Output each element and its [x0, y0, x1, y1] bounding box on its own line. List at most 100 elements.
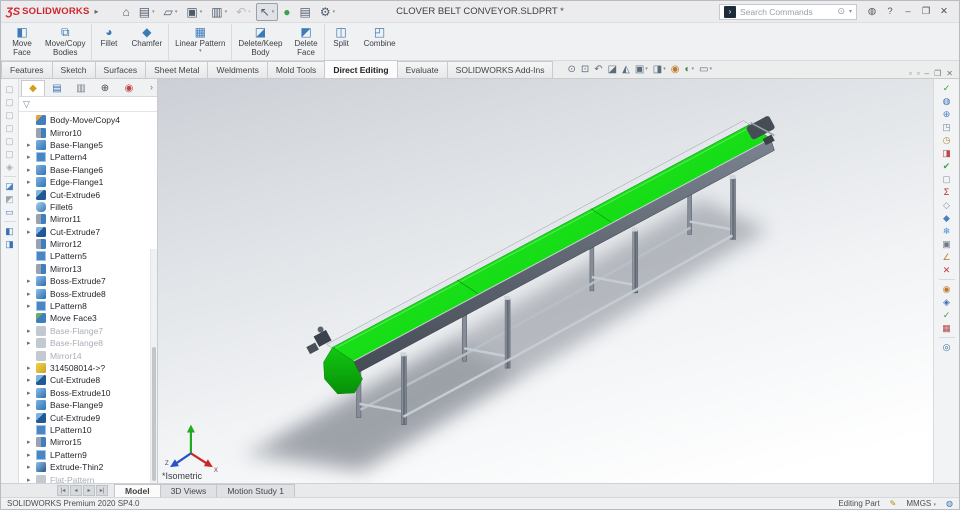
view-tool-button-edit-appearance[interactable]: ◉ [670, 64, 681, 75]
right-toolbar-icon-design-checker[interactable]: ◍ [938, 95, 956, 107]
feature-tree-item[interactable]: ▸ LPattern9 [19, 449, 157, 461]
expand-arrow-icon[interactable]: ▸ [27, 327, 36, 335]
search-icon[interactable]: ⊙ [837, 6, 845, 17]
feature-tree-item[interactable]: ▸ Boss-Extrude7 [19, 275, 157, 287]
quick-access-button-home[interactable]: ⌂ [119, 3, 134, 21]
feature-tree-item[interactable]: ▸ Mirror14 [19, 349, 157, 361]
tab-nav-button-next-tab[interactable]: ▸ [83, 485, 95, 496]
tree-filter-row[interactable]: ▽ [19, 97, 157, 112]
panel-tab-featuremanager-tab[interactable]: ◆ [21, 80, 45, 96]
feature-tree-item[interactable]: ▸ LPattern5 [19, 250, 157, 262]
left-toolbar-icon-view-orientation-4[interactable]: ▢ [3, 122, 17, 134]
feature-tree-item[interactable]: ▸ Mirror15 [19, 436, 157, 448]
feature-tree-item[interactable]: ▸ LPattern8 [19, 300, 157, 312]
right-toolbar-icon-mass-properties[interactable]: ◳ [938, 121, 956, 133]
feature-tree-item[interactable]: ▸ Boss-Extrude8 [19, 287, 157, 299]
quick-access-button-print[interactable]: ▥ [207, 3, 231, 21]
menu-expand-icon[interactable]: ▸ [95, 7, 99, 16]
ribbon-button[interactable]: ◩ Delete Face [288, 24, 323, 60]
feature-tree-item[interactable]: ▸ Mirror13 [19, 263, 157, 275]
expand-arrow-icon[interactable]: ▸ [27, 141, 36, 149]
feature-tree-item[interactable]: ▸ Cut-Extrude9 [19, 411, 157, 423]
panel-tab-propertymanager-tab[interactable]: ▤ [45, 80, 69, 96]
ribbon-tab[interactable]: Sketch [51, 61, 96, 78]
feature-tree-item[interactable]: ▸ Body-Move/Copy4 [19, 114, 157, 126]
panel-flyout-arrow[interactable]: › [150, 82, 157, 92]
quick-access-button-open[interactable]: ▱ [160, 3, 182, 21]
panel-tab-displaymanager-tab[interactable]: ◉ [117, 80, 141, 96]
right-toolbar-icon-sep-1[interactable] [938, 279, 955, 280]
right-toolbar-icon-shell-tool[interactable]: ◆ [938, 212, 956, 224]
right-toolbar-icon-compare[interactable]: ▦ [938, 322, 956, 334]
view-tool-button-apply-scene[interactable]: ◐ [683, 64, 695, 75]
feature-tree-item[interactable]: ▸ LPattern4 [19, 151, 157, 163]
panel-tab-dimxpertmanager-tab[interactable]: ⊕ [93, 80, 117, 96]
sheet-tab[interactable]: Motion Study 1 [216, 484, 296, 497]
expand-arrow-icon[interactable]: ▸ [27, 364, 36, 372]
units-selector[interactable]: MMGS ▾ [906, 499, 936, 508]
left-toolbar-icon-view-orientation-6[interactable]: ▢ [3, 148, 17, 160]
ribbon-button[interactable]: ◪ Delete/Keep Body [231, 24, 288, 60]
expand-arrow-icon[interactable]: ▸ [27, 389, 36, 397]
panel-tab-configurationmanager-tab[interactable]: ▥ [69, 80, 93, 96]
left-toolbar-icon-view-orientation-7[interactable]: ◈ [3, 161, 17, 173]
ribbon-button[interactable]: ◕ Fillet [91, 24, 125, 60]
sheet-tab[interactable]: 3D Views [159, 484, 218, 497]
expand-arrow-icon[interactable]: ▸ [27, 215, 36, 223]
expand-arrow-icon[interactable]: ▸ [27, 376, 36, 384]
window-control-button-minimize[interactable]: – [901, 6, 915, 17]
feature-tree-item[interactable]: ▸ Cut-Extrude8 [19, 374, 157, 386]
quick-access-button-save[interactable]: ▣ [182, 3, 206, 21]
view-tool-button-view-settings[interactable]: ▭ [698, 64, 713, 75]
feature-tree-item[interactable]: ▸ Cut-Extrude7 [19, 226, 157, 238]
right-toolbar-icon-check-active[interactable]: ✓ [938, 309, 956, 321]
left-toolbar-icon-sep-1[interactable] [3, 176, 16, 177]
feature-tree-item[interactable]: ▸ Base-Flange6 [19, 164, 157, 176]
right-toolbar-icon-geometry-check[interactable]: ▢ [938, 173, 956, 185]
view-tool-button-dynamic-annotation-views[interactable]: ◭ [621, 64, 631, 75]
right-toolbar-icon-appearance-tool[interactable]: ◨ [938, 147, 956, 159]
right-toolbar-icon-sensors[interactable]: ◷ [938, 134, 956, 146]
doc-window-button-doc-restore-b[interactable]: ▫ [917, 69, 920, 78]
expand-arrow-icon[interactable]: ▸ [27, 476, 36, 483]
ribbon-button[interactable]: ◫ Split [323, 24, 358, 60]
feature-tree-item[interactable]: ▸ Mirror12 [19, 238, 157, 250]
right-toolbar-icon-freeze-bar[interactable]: ❄ [938, 225, 956, 237]
expand-arrow-icon[interactable]: ▸ [27, 302, 36, 310]
expand-arrow-icon[interactable]: ▸ [27, 463, 36, 471]
ribbon-tab[interactable]: Mold Tools [266, 61, 326, 78]
quick-access-button-new-document[interactable]: ▤ [135, 3, 159, 21]
quick-access-button-file-properties[interactable]: ▤ [296, 3, 315, 21]
ribbon-button[interactable]: ◆ Chamfer [125, 24, 168, 60]
left-toolbar-icon-display-monitor[interactable]: ▭ [3, 206, 17, 218]
right-toolbar-icon-curvature[interactable]: ∠ [938, 251, 956, 263]
window-control-button-close[interactable]: ✕ [937, 6, 951, 17]
view-tool-button-display-style[interactable]: ▣ [634, 64, 649, 75]
tab-nav-button-last-tab[interactable]: ▸| [96, 485, 108, 496]
window-control-button-restore[interactable]: ❐ [919, 6, 933, 17]
doc-window-button-doc-restore[interactable]: ❐ [934, 69, 941, 78]
view-tool-button-zoom-to-area[interactable]: ⊡ [580, 64, 590, 75]
feature-tree-item[interactable]: ▸ 314508014->? [19, 362, 157, 374]
feature-tree-item[interactable]: ▸ LPattern10 [19, 424, 157, 436]
feature-tree-item[interactable]: ▸ Flat-Pattern [19, 473, 157, 483]
right-toolbar-icon-sep-2[interactable] [938, 337, 955, 338]
right-toolbar-icon-verification[interactable]: ✔ [938, 160, 956, 172]
left-toolbar-icon-instant-3d[interactable]: ◩ [3, 193, 17, 205]
expand-arrow-icon[interactable]: ▸ [27, 414, 36, 422]
ribbon-tab[interactable]: Sheet Metal [145, 61, 209, 78]
right-toolbar-icon-measure[interactable]: ⊕ [938, 108, 956, 120]
left-toolbar-icon-view-orientation-3[interactable]: ▢ [3, 109, 17, 121]
ribbon-button[interactable]: ⧉ Move/Copy Bodies [39, 24, 91, 60]
tab-nav-button-first-tab[interactable]: |◂ [57, 485, 69, 496]
left-toolbar-icon-sep-2[interactable] [3, 221, 16, 222]
view-tool-button-previous-view[interactable]: ↶ [593, 64, 603, 75]
feature-tree-item[interactable]: ▸ Base-Flange9 [19, 399, 157, 411]
left-toolbar-icon-selection-tool-2[interactable]: ◨ [3, 238, 17, 250]
left-toolbar-icon-view-orientation-1[interactable]: ▢ [3, 83, 17, 95]
search-caret-icon[interactable]: ▾ [849, 8, 852, 15]
expand-arrow-icon[interactable]: ▸ [27, 339, 36, 347]
ribbon-button[interactable]: ◰ Combine [358, 24, 402, 60]
right-toolbar-icon-trim-tool[interactable]: ◇ [938, 199, 956, 211]
solidworks-logo[interactable]: ƷS SOLIDWORKS ▸ [1, 6, 105, 18]
